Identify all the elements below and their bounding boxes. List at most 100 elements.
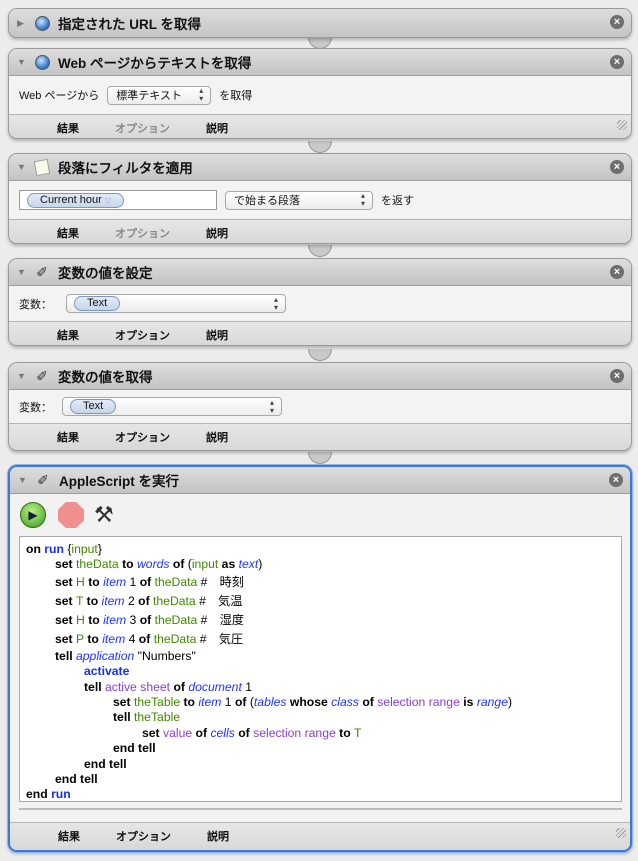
close-icon[interactable]: × xyxy=(610,369,624,383)
description-tab[interactable]: 説明 xyxy=(206,429,228,445)
variable-label: 変数： xyxy=(19,401,52,414)
disclosure-triangle-icon[interactable]: ▼ xyxy=(17,57,27,67)
resize-grip-icon[interactable] xyxy=(617,120,627,130)
code-token: of xyxy=(234,694,250,709)
results-tab[interactable]: 結果 xyxy=(57,120,79,136)
code-token: set xyxy=(142,725,164,740)
run-button[interactable]: ▶ xyxy=(20,502,46,528)
action-get-text-from-webpage: ▼ Web ページからテキストを取得 × Web ページから 標準テキスト ▴ ▾ … xyxy=(8,48,632,139)
disclosure-triangle-icon[interactable]: ▼ xyxy=(17,267,27,277)
close-icon[interactable]: × xyxy=(610,265,624,279)
disclosure-triangle-icon[interactable]: ▼ xyxy=(17,162,27,172)
code-token: of xyxy=(139,574,155,589)
code-token: T xyxy=(354,725,362,740)
code-token: set xyxy=(113,694,135,709)
code-token: selection range xyxy=(253,725,340,740)
code-token: as xyxy=(221,557,239,572)
connector xyxy=(308,452,332,464)
description-tab[interactable]: 説明 xyxy=(207,828,229,844)
action-filter-paragraphs: ▼ 段落にフィルタを適用 × Current hour ▽ で始まる段落 ▴ ▾ を… xyxy=(8,153,632,244)
code-token: of xyxy=(362,694,378,709)
text-type-popup[interactable]: 標準テキスト ▴ ▾ xyxy=(107,85,212,105)
close-icon[interactable]: × xyxy=(609,473,623,487)
code-token: theData xyxy=(154,612,201,627)
filter-text-field[interactable]: Current hour ▽ xyxy=(19,190,217,210)
code-token: H xyxy=(76,574,89,589)
code-token: run xyxy=(51,787,71,802)
split-divider[interactable] xyxy=(19,808,622,810)
code-token: of xyxy=(172,557,188,572)
code-line: set P to item 4 of theData # 気圧 xyxy=(26,630,615,649)
label: を返す xyxy=(381,195,414,207)
disclosure-triangle-icon[interactable]: ▼ xyxy=(17,371,27,381)
code-token: value xyxy=(163,725,196,740)
disclosure-triangle-icon[interactable]: ▼ xyxy=(18,475,28,485)
code-line: set H to item 3 of theData # 湿度 xyxy=(26,611,615,630)
description-tab[interactable]: 説明 xyxy=(206,225,228,241)
code-token: 3 xyxy=(129,612,140,627)
code-token: end tell xyxy=(55,771,98,786)
code-token: of xyxy=(139,612,155,627)
action-title: 段落にフィルタを適用 xyxy=(58,161,193,176)
code-token: item xyxy=(198,694,225,709)
code-token: 2 xyxy=(127,593,139,608)
code-token: end tell xyxy=(84,756,127,771)
results-tab[interactable]: 結果 xyxy=(57,327,79,343)
code-line: set theData to words of (input as text) xyxy=(26,557,615,572)
updown-arrows-icon: ▴ ▾ xyxy=(360,191,365,208)
code-token: tell xyxy=(113,710,134,725)
variable-label: 変数： xyxy=(19,298,52,311)
code-token: item xyxy=(103,612,130,627)
code-token: tell xyxy=(55,648,76,663)
automator-robot-icon: ✐ xyxy=(36,263,48,280)
filter-condition-popup[interactable]: で始まる段落 ▴ ▾ xyxy=(225,190,373,210)
script-editor[interactable]: on run {input} set theData to words of (i… xyxy=(19,536,622,802)
code-token: active sheet xyxy=(105,679,174,694)
code-token: input xyxy=(191,557,222,572)
close-icon[interactable]: × xyxy=(610,160,624,174)
compile-button[interactable]: ⚒ xyxy=(94,502,114,528)
code-token: text xyxy=(238,557,259,572)
results-tab[interactable]: 結果 xyxy=(57,225,79,241)
code-token: 1 xyxy=(245,679,253,694)
stop-icon xyxy=(58,502,84,528)
code-token: range xyxy=(476,694,508,709)
code-token: T xyxy=(76,593,87,608)
code-token: set xyxy=(55,593,77,608)
code-token: P xyxy=(76,631,88,646)
results-tab[interactable]: 結果 xyxy=(57,429,79,445)
code-token: 1 xyxy=(224,694,235,709)
code-token: # 気圧 xyxy=(199,631,244,646)
code-token: to xyxy=(183,694,199,709)
disclosure-triangle-collapsed-icon[interactable]: ▶ xyxy=(17,18,27,29)
close-icon[interactable]: × xyxy=(610,15,624,29)
description-tab[interactable]: 説明 xyxy=(206,120,228,136)
safari-compass-icon xyxy=(33,14,51,32)
action-get-specified-urls: ▶ 指定された URL を取得 × xyxy=(8,8,632,38)
code-token: theData xyxy=(76,557,123,572)
code-token: end tell xyxy=(113,741,156,756)
variable-token[interactable]: Current hour ▽ xyxy=(27,192,124,208)
options-tab[interactable]: オプション xyxy=(115,327,170,343)
code-token: of xyxy=(195,725,211,740)
action-title: AppleScript を実行 xyxy=(59,474,180,489)
code-line: end run xyxy=(26,787,615,802)
close-icon[interactable]: × xyxy=(610,55,624,69)
resize-grip-icon[interactable] xyxy=(616,828,626,838)
code-token: end xyxy=(26,787,52,802)
updown-arrows-icon: ▴ ▾ xyxy=(273,294,278,312)
code-token: theTable xyxy=(134,710,181,725)
stop-button[interactable] xyxy=(58,502,84,528)
options-tab[interactable]: オプション xyxy=(115,429,170,445)
variable-popup[interactable]: Text ▴ ▾ xyxy=(66,294,286,313)
code-line: on run {input} xyxy=(26,542,615,557)
code-line: set H to item 1 of theData # 時刻 xyxy=(26,573,615,592)
results-tab[interactable]: 結果 xyxy=(58,828,80,844)
code-token: "Numbers" xyxy=(137,648,196,663)
variable-popup[interactable]: Text ▴ ▾ xyxy=(62,397,282,416)
safari-compass-icon xyxy=(33,53,51,71)
text-filter-icon xyxy=(33,158,51,176)
code-token: # 時刻 xyxy=(200,574,244,589)
options-tab[interactable]: オプション xyxy=(116,828,171,844)
description-tab[interactable]: 説明 xyxy=(206,327,228,343)
